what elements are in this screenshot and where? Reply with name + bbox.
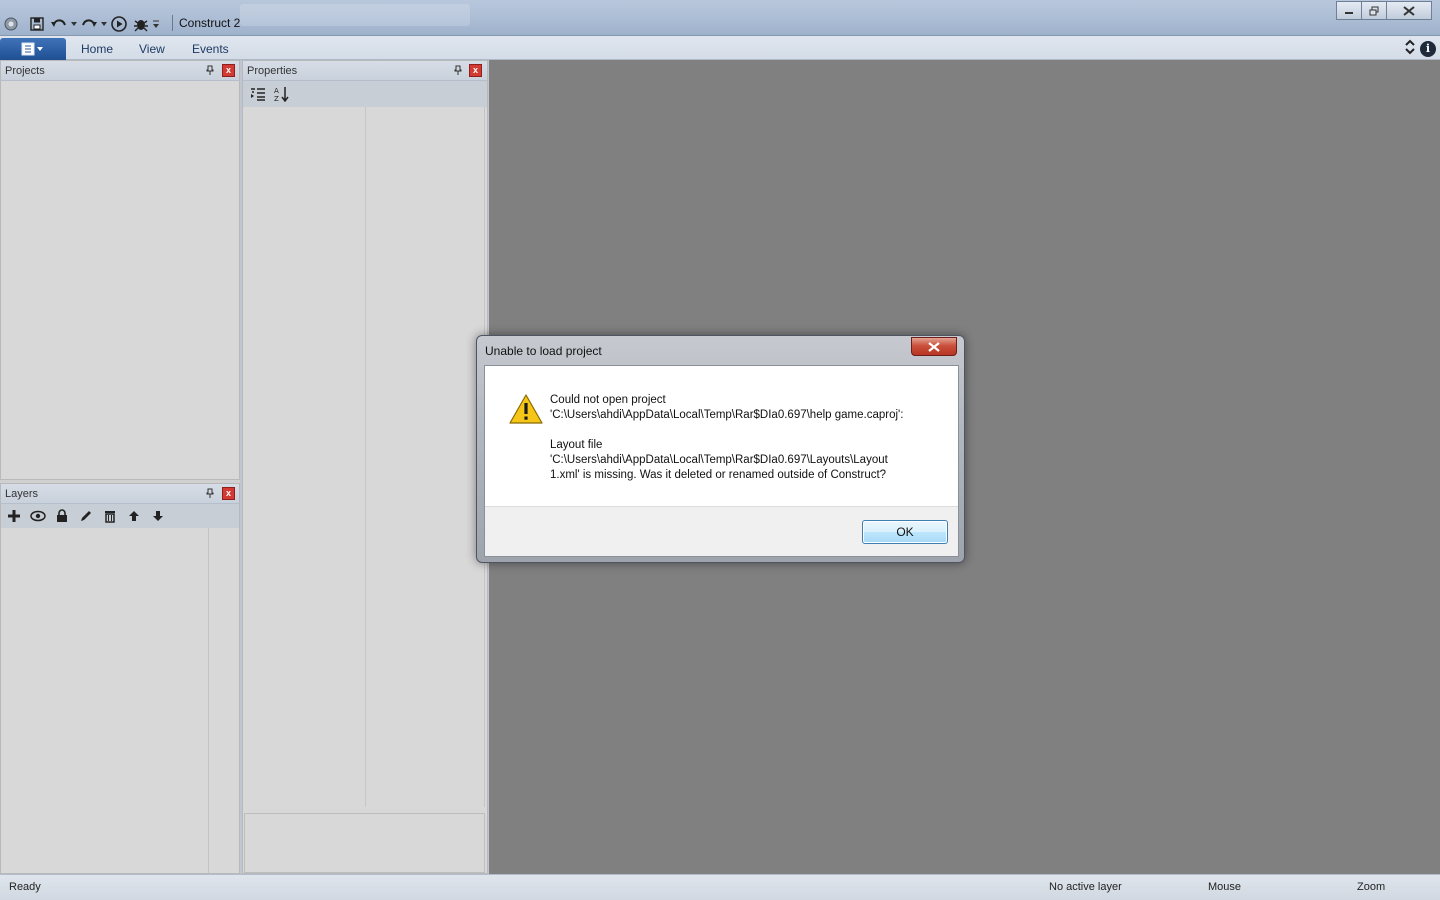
dialog-title: Unable to load project xyxy=(485,344,602,358)
minimize-button[interactable] xyxy=(1336,1,1362,20)
pin-icon[interactable] xyxy=(206,65,216,77)
categorized-view-icon[interactable] xyxy=(249,85,267,103)
status-zoom: Zoom xyxy=(1357,881,1386,893)
window-controls xyxy=(1336,1,1432,20)
status-bar: Ready No active layer Mouse Zoom xyxy=(0,874,1440,900)
properties-toolbar: AZ xyxy=(243,81,487,107)
app-logo-icon[interactable] xyxy=(0,13,22,35)
redo-icon[interactable] xyxy=(78,13,100,35)
undo-icon[interactable] xyxy=(48,13,70,35)
move-up-icon[interactable] xyxy=(125,507,143,525)
collapse-ribbon-icon[interactable] xyxy=(1404,39,1416,58)
close-window-button[interactable] xyxy=(1386,1,1432,20)
layers-panel-header: Layers x xyxy=(1,484,239,504)
projects-panel-title: Projects xyxy=(5,65,45,77)
dialog-body: Could not open project 'C:\Users\ahdi\Ap… xyxy=(484,365,959,557)
close-panel-icon[interactable]: x xyxy=(469,64,482,77)
title-separator xyxy=(172,15,173,31)
svg-text:Z: Z xyxy=(274,95,279,102)
title-bar: Construct 2 xyxy=(0,0,1440,36)
edit-pencil-icon[interactable] xyxy=(77,507,95,525)
properties-panel-title: Properties xyxy=(247,65,298,77)
quick-access-toolbar xyxy=(0,12,160,36)
layers-toolbar xyxy=(1,504,239,528)
background-window-ghost xyxy=(240,4,470,26)
layers-list[interactable] xyxy=(1,528,239,873)
dialog-close-button[interactable] xyxy=(911,337,957,356)
svg-text:A: A xyxy=(274,87,279,95)
property-description-box xyxy=(244,813,485,873)
undo-dropdown-icon[interactable] xyxy=(70,13,78,35)
properties-panel: Properties x AZ xyxy=(242,60,488,874)
layers-column-divider xyxy=(208,528,209,873)
redo-dropdown-icon[interactable] xyxy=(100,13,108,35)
ok-button[interactable]: OK xyxy=(862,520,948,544)
tab-home[interactable]: Home xyxy=(81,42,113,56)
pin-icon[interactable] xyxy=(454,65,464,77)
ribbon-bar: Home View Events i xyxy=(0,36,1440,60)
add-layer-icon[interactable] xyxy=(5,507,23,525)
save-icon[interactable] xyxy=(26,13,48,35)
projects-panel-header: Projects x xyxy=(1,61,239,81)
layers-panel: Layers x xyxy=(0,483,240,874)
sort-alphabetical-icon[interactable]: AZ xyxy=(273,85,291,103)
layers-panel-title: Layers xyxy=(5,488,39,500)
lock-icon[interactable] xyxy=(53,507,71,525)
close-panel-icon[interactable]: x xyxy=(222,64,235,77)
info-icon[interactable]: i xyxy=(1420,40,1436,57)
tab-view[interactable]: View xyxy=(139,42,165,56)
status-active-layer: No active layer xyxy=(1049,881,1122,893)
app-title: Construct 2 xyxy=(179,16,241,30)
eye-icon[interactable] xyxy=(29,507,47,525)
app-menu-button[interactable] xyxy=(0,38,66,60)
pin-icon[interactable] xyxy=(206,488,216,500)
move-down-icon[interactable] xyxy=(149,507,167,525)
restore-button[interactable] xyxy=(1361,1,1387,20)
tab-events[interactable]: Events xyxy=(192,42,229,56)
properties-column-divider xyxy=(365,107,366,807)
debug-icon[interactable] xyxy=(130,13,152,35)
error-dialog: Unable to load project Could not open pr… xyxy=(476,335,965,563)
dialog-footer: OK xyxy=(485,506,958,556)
customize-toolbar-icon[interactable] xyxy=(152,13,160,35)
delete-icon[interactable] xyxy=(101,507,119,525)
dialog-message: Could not open project 'C:\Users\ahdi\Ap… xyxy=(550,394,904,481)
properties-grid[interactable] xyxy=(244,107,485,807)
properties-panel-header: Properties x xyxy=(243,61,487,81)
status-mouse: Mouse xyxy=(1208,881,1242,893)
status-ready: Ready xyxy=(9,881,41,893)
projects-panel: Projects x xyxy=(0,60,240,480)
close-panel-icon[interactable]: x xyxy=(222,487,235,500)
warning-icon xyxy=(509,394,543,424)
run-layout-icon[interactable] xyxy=(108,13,130,35)
